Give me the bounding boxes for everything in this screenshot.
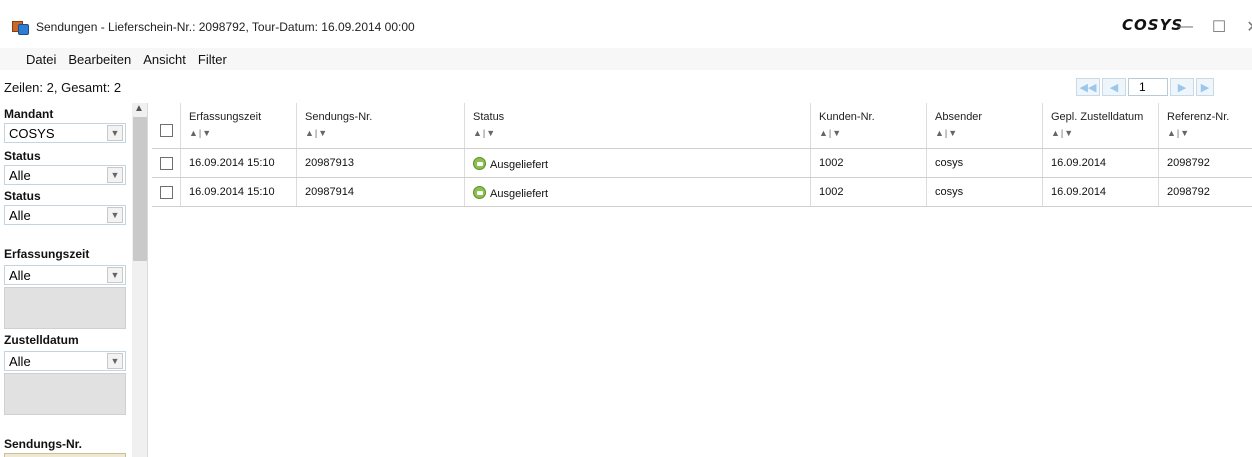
maximize-button[interactable]: ☐ — [1202, 12, 1236, 42]
status-value-2: Alle — [9, 207, 31, 223]
filter-label-zustelldatum: Zustelldatum — [4, 333, 79, 347]
menu-filter[interactable]: Filter — [192, 52, 233, 67]
sort-icon[interactable]: ▲|▼ — [1051, 128, 1074, 138]
delivered-truck-icon — [473, 186, 486, 199]
grid-header: Erfassungszeit ▲|▼ Sendungs-Nr. ▲|▼ Stat… — [152, 103, 1252, 149]
rows-bar: Zeilen: 2, Gesamt: 2 ◀◀ ◀ 1 ▶ ▶ — [0, 74, 1252, 100]
sort-icon[interactable]: ▲|▼ — [819, 128, 842, 138]
right-arrow-icon: ▶ — [1177, 81, 1187, 94]
col-header-label: Gepl. Zustelldatum — [1051, 111, 1144, 123]
col-header-label: Sendungs-Nr. — [305, 111, 373, 123]
cell-kundennr: 1002 — [819, 157, 844, 169]
table-row[interactable]: 16.09.2014 15:10 20987913 Ausgeliefert 1… — [152, 149, 1252, 178]
cell-status: Ausgeliefert — [490, 188, 549, 200]
left-arrow-icon: ◀ — [1109, 81, 1119, 94]
minimize-button[interactable]: — — [1168, 12, 1202, 42]
cell-erfassungszeit: 16.09.2014 15:10 — [189, 186, 275, 198]
select-all-checkbox[interactable] — [160, 124, 173, 137]
table-row[interactable]: 16.09.2014 15:10 20987914 Ausgeliefert 1… — [152, 178, 1252, 207]
filter-sidebar: ▲ Mandant COSYS ▼ Status Alle ▼ Status A… — [0, 103, 148, 457]
double-right-arrow-icon: ▶ — [1200, 81, 1210, 94]
sort-icon[interactable]: ▲|▼ — [935, 128, 958, 138]
menu-bearbeiten[interactable]: Bearbeiten — [62, 52, 137, 67]
col-header-label: Referenz-Nr. — [1167, 111, 1230, 123]
col-header-label: Erfassungszeit — [189, 111, 262, 123]
erfassungszeit-value: Alle — [9, 267, 31, 283]
prev-page-button[interactable]: ◀ — [1102, 78, 1126, 96]
cell-absender: cosys — [935, 186, 964, 198]
filter-label-mandant: Mandant — [4, 107, 54, 121]
col-absender[interactable]: Absender ▲|▼ — [926, 103, 1042, 148]
window-title: Sendungen - Lieferschein-Nr.: 2098792, T… — [36, 20, 415, 34]
cell-referenznr: 2098792 — [1167, 186, 1210, 198]
filter-label-sendungsnr: Sendungs-Nr. — [4, 437, 83, 451]
status-select-2[interactable]: Alle ▼ — [4, 205, 126, 225]
rows-count: Zeilen: 2, Gesamt: 2 — [4, 79, 122, 95]
last-page-button[interactable]: ▶ — [1196, 78, 1214, 96]
mandant-value: COSYS — [9, 125, 55, 141]
app-window: Sendungen - Lieferschein-Nr.: 2098792, T… — [0, 0, 1252, 457]
menu-datei[interactable]: Datei — [0, 52, 62, 67]
cell-status: Ausgeliefert — [490, 159, 549, 171]
cell-zustelldatum: 16.09.2014 — [1051, 186, 1107, 198]
erfassungszeit-select[interactable]: Alle ▼ — [4, 265, 126, 285]
zustelldatum-value: Alle — [9, 353, 31, 369]
col-header-label: Absender — [935, 111, 983, 123]
sidebar-scrollbar[interactable]: ▲ — [132, 103, 147, 457]
zustelldatum-select[interactable]: Alle ▼ — [4, 351, 126, 371]
zustelldatum-range[interactable] — [4, 373, 126, 415]
menu-ansicht[interactable]: Ansicht — [137, 52, 192, 67]
col-referenznr[interactable]: Referenz-Nr. ▲|▼ — [1158, 103, 1252, 148]
col-erfassungszeit[interactable]: Erfassungszeit ▲|▼ — [180, 103, 296, 148]
col-status[interactable]: Status ▲|▼ — [464, 103, 810, 148]
col-header-label: Kunden-Nr. — [819, 111, 875, 123]
row-checkbox[interactable] — [160, 157, 173, 170]
sort-icon[interactable]: ▲|▼ — [305, 128, 328, 138]
sort-icon[interactable]: ▲|▼ — [1167, 128, 1190, 138]
filter-label-status-2: Status — [4, 189, 41, 203]
scroll-up-icon[interactable]: ▲ — [134, 103, 144, 114]
chevron-down-icon[interactable]: ▼ — [107, 267, 123, 283]
cell-absender: cosys — [935, 157, 964, 169]
mandant-select[interactable]: COSYS ▼ — [4, 123, 126, 143]
double-left-arrow-icon: ◀◀ — [1079, 81, 1097, 94]
scroll-thumb[interactable] — [133, 117, 147, 261]
col-zustelldatum[interactable]: Gepl. Zustelldatum ▲|▼ — [1042, 103, 1158, 148]
cell-erfassungszeit: 16.09.2014 15:10 — [189, 157, 275, 169]
filter-label-erfassungszeit: Erfassungszeit — [4, 247, 90, 261]
chevron-down-icon[interactable]: ▼ — [107, 207, 123, 223]
page-input[interactable]: 1 — [1128, 78, 1168, 96]
status-value: Alle — [9, 167, 31, 183]
shipments-grid: Erfassungszeit ▲|▼ Sendungs-Nr. ▲|▼ Stat… — [152, 103, 1252, 207]
filter-label-status: Status — [4, 149, 41, 163]
cell-sendungsnr: 20987914 — [305, 186, 354, 198]
status-select[interactable]: Alle ▼ — [4, 165, 126, 185]
app-icon — [12, 18, 30, 36]
sort-icon[interactable]: ▲|▼ — [473, 128, 496, 138]
close-button[interactable]: ✕ — [1236, 12, 1252, 42]
next-page-button[interactable]: ▶ — [1170, 78, 1194, 96]
chevron-down-icon[interactable]: ▼ — [107, 353, 123, 369]
erfassungszeit-range[interactable] — [4, 287, 126, 329]
col-sendungsnr[interactable]: Sendungs-Nr. ▲|▼ — [296, 103, 464, 148]
col-kundennr[interactable]: Kunden-Nr. ▲|▼ — [810, 103, 926, 148]
first-page-button[interactable]: ◀◀ — [1076, 78, 1100, 96]
sort-icon[interactable]: ▲|▼ — [189, 128, 212, 138]
cell-kundennr: 1002 — [819, 186, 844, 198]
delivered-truck-icon — [473, 157, 486, 170]
cell-sendungsnr: 20987913 — [305, 157, 354, 169]
col-header-label: Status — [473, 111, 505, 123]
cell-zustelldatum: 16.09.2014 — [1051, 157, 1107, 169]
cell-referenznr: 2098792 — [1167, 157, 1210, 169]
pager: ◀◀ ◀ 1 ▶ ▶ — [1076, 78, 1216, 96]
row-checkbox[interactable] — [160, 186, 173, 199]
chevron-down-icon[interactable]: ▼ — [107, 125, 123, 141]
sendungsnr-input[interactable] — [4, 453, 126, 457]
menu-bar: Datei Bearbeiten Ansicht Filter — [0, 48, 1252, 70]
title-bar: Sendungen - Lieferschein-Nr.: 2098792, T… — [0, 12, 1252, 42]
chevron-down-icon[interactable]: ▼ — [107, 167, 123, 183]
